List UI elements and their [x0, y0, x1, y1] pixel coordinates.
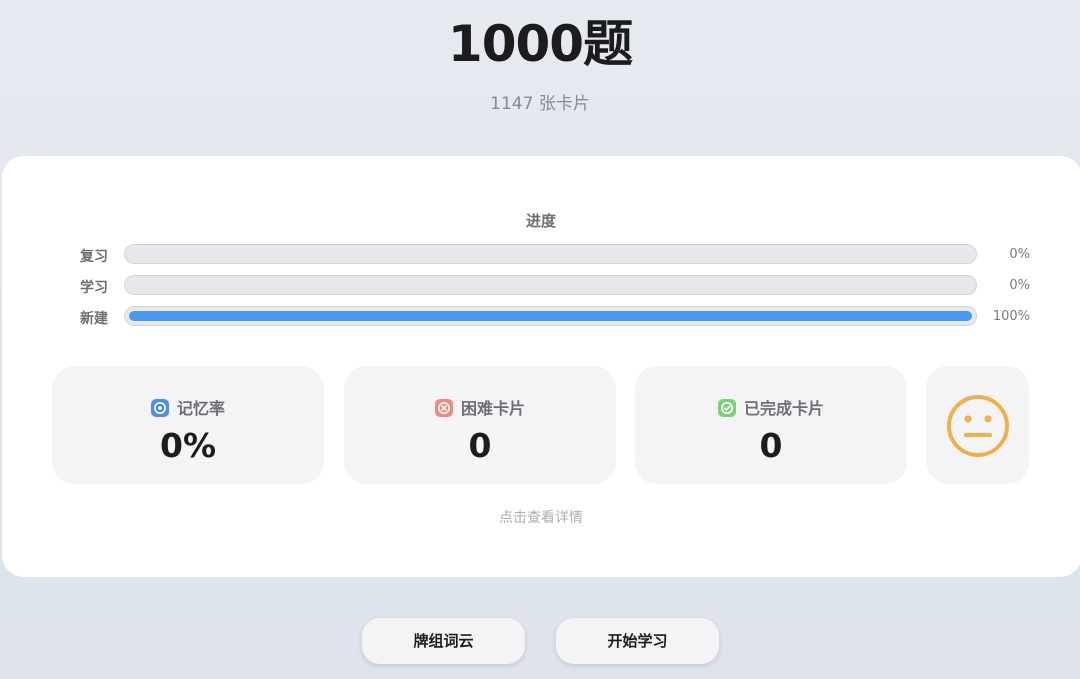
word-cloud-button[interactable]: 牌组词云 [362, 618, 525, 664]
progress-label: 新建 [80, 311, 108, 327]
progress-label: 复习 [80, 249, 108, 265]
neutral-face-icon [947, 395, 1009, 457]
check-circle-icon [717, 399, 736, 417]
progress-label: 学习 [80, 280, 108, 296]
view-details-link[interactable]: 点击查看详情 [2, 507, 1080, 527]
stat-difficult-cards[interactable]: 困难卡片 0 [344, 366, 616, 484]
stat-retention[interactable]: 记忆率 0% [52, 366, 324, 484]
progress-title: 进度 [525, 212, 556, 230]
mood-indicator[interactable] [926, 366, 1029, 484]
x-circle-icon [434, 399, 453, 417]
stat-completed-cards[interactable]: 已完成卡片 0 [635, 366, 907, 484]
card-count: 1147 张卡片 [490, 94, 590, 114]
progress-row-new: 新建 100% [80, 306, 1030, 328]
progress-row-learn: 学习 0% [80, 275, 1030, 297]
progress-value: 0% [1009, 278, 1030, 293]
progress-value: 100% [992, 309, 1030, 324]
stat-label: 困难卡片 [460, 399, 525, 418]
start-learning-button[interactable]: 开始学习 [556, 618, 719, 664]
stat-head: 记忆率 [52, 398, 324, 420]
stat-label: 记忆率 [176, 399, 225, 418]
stat-head: 困难卡片 [344, 398, 616, 420]
progress-value: 0% [1009, 247, 1030, 262]
target-icon [150, 399, 169, 417]
progress-bar-review [124, 244, 977, 264]
progress-bar-learn [124, 275, 977, 295]
stat-head: 已完成卡片 [635, 398, 907, 420]
progress-fill [129, 311, 972, 321]
stat-value: 0 [759, 426, 783, 465]
deck-overview-card[interactable]: 进度 复习 0% 学习 0% 新建 100% 记忆率 0% 困难卡片 0 已完成… [2, 156, 1080, 577]
stat-label: 已完成卡片 [743, 399, 824, 418]
stat-value: 0% [159, 426, 217, 465]
deck-title: 1000题 [447, 15, 633, 73]
stat-value: 0 [468, 426, 492, 465]
progress-bar-new [124, 306, 977, 326]
progress-row-review: 复习 0% [80, 244, 1030, 266]
